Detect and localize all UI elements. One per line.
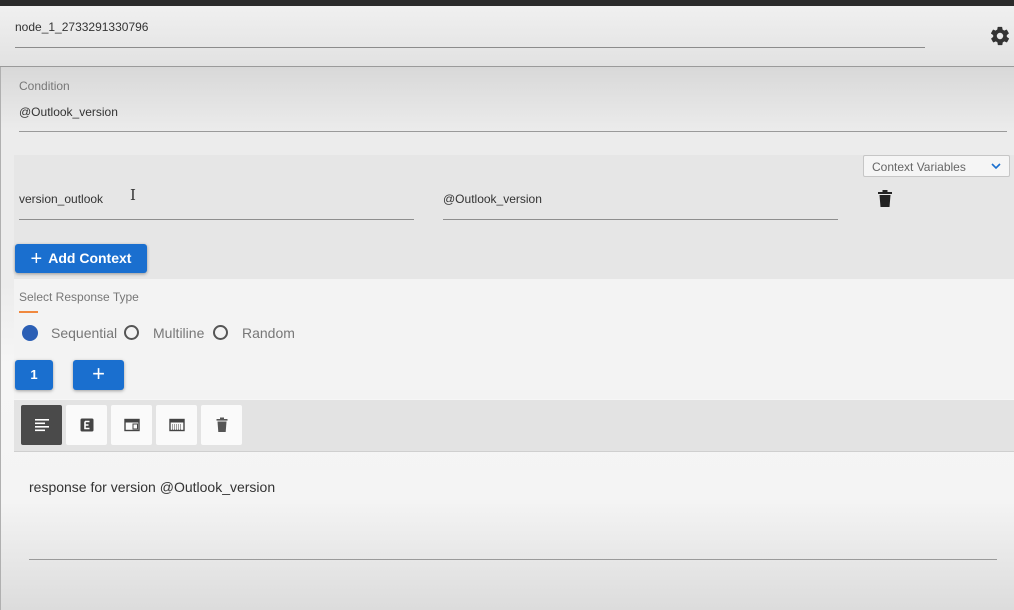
keyboard-icon bbox=[168, 418, 185, 432]
radio-multiline-label: Multiline bbox=[153, 325, 205, 341]
delete-response-tool[interactable] bbox=[201, 405, 242, 445]
card-response-tool[interactable] bbox=[111, 405, 152, 445]
node-name-underline bbox=[15, 47, 925, 48]
response-type-label: Select Response Type bbox=[19, 290, 139, 304]
radio-sequential-label: Sequential bbox=[51, 325, 118, 341]
radio-random-label: Random bbox=[242, 325, 295, 341]
condition-underline bbox=[19, 131, 1007, 132]
context-variable-name-input[interactable]: version_outlook bbox=[19, 192, 103, 206]
context-variable-value-underline bbox=[443, 219, 838, 220]
trash-icon[interactable] bbox=[878, 190, 892, 207]
plus-icon: + bbox=[30, 248, 43, 270]
radio-random[interactable] bbox=[213, 325, 228, 340]
gear-icon[interactable] bbox=[989, 25, 1011, 47]
add-context-label: Add Context bbox=[48, 250, 132, 266]
text-response-tool[interactable] bbox=[21, 405, 62, 445]
context-variables-label: Context Variables bbox=[872, 160, 966, 174]
entity-response-tool[interactable] bbox=[66, 405, 107, 445]
context-variable-value-input[interactable]: @Outlook_version bbox=[443, 192, 542, 206]
add-response-button[interactable]: + bbox=[73, 360, 124, 390]
add-context-button[interactable]: + Add Context bbox=[15, 244, 147, 273]
response-1-button[interactable]: 1 bbox=[15, 360, 53, 390]
response-text-underline bbox=[29, 559, 997, 560]
condition-label: Condition bbox=[19, 79, 70, 93]
context-variable-name-underline bbox=[19, 219, 414, 220]
keyboard-response-tool[interactable] bbox=[156, 405, 197, 445]
browser-window-icon bbox=[123, 418, 140, 432]
chevron-down-icon bbox=[991, 163, 1001, 170]
condition-input[interactable]: @Outlook_version bbox=[19, 105, 118, 119]
response-type-underline bbox=[19, 311, 38, 313]
node-name-input[interactable]: node_1_2733291330796 bbox=[15, 20, 148, 34]
radio-sequential[interactable] bbox=[22, 325, 38, 341]
trash-icon bbox=[216, 417, 227, 432]
response-text-input[interactable]: response for version @Outlook_version bbox=[29, 479, 275, 495]
text-cursor-icon: I bbox=[130, 186, 136, 204]
text-align-icon bbox=[34, 419, 49, 432]
e-box-icon bbox=[80, 418, 93, 432]
radio-multiline[interactable] bbox=[124, 325, 139, 340]
context-variables-dropdown[interactable]: Context Variables bbox=[863, 155, 1010, 177]
node-header: node_1_2733291330796 bbox=[0, 6, 1014, 67]
